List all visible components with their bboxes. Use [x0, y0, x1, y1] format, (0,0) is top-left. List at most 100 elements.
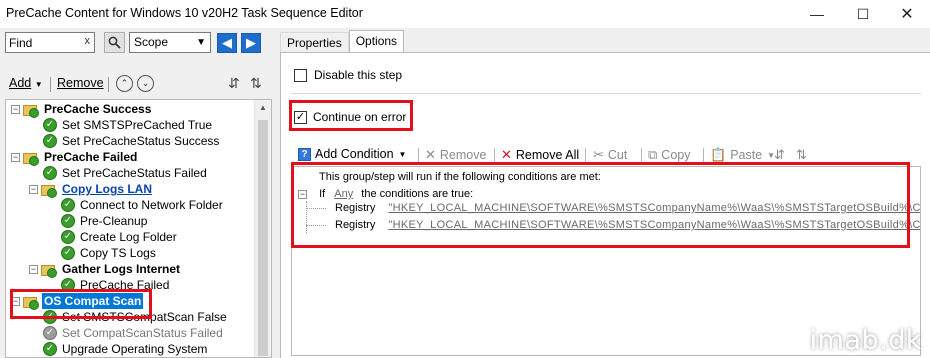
- cut-label: Cut: [607, 148, 628, 162]
- continue-on-error-checkbox[interactable]: ✓: [294, 111, 307, 124]
- remove-condition-label: Remove: [439, 148, 487, 162]
- tree-group[interactable]: − Copy Logs LAN: [29, 181, 154, 198]
- collapse-icon[interactable]: −: [11, 296, 20, 306]
- tree-item-label: Gather Logs Internet: [62, 262, 181, 276]
- paste-button[interactable]: 📋 Paste ▼: [710, 147, 775, 163]
- collapse-icon[interactable]: −: [298, 189, 307, 199]
- collapse-icon[interactable]: ⇅: [250, 75, 262, 92]
- clear-icon[interactable]: x: [85, 35, 91, 47]
- remove-button[interactable]: Remove: [57, 76, 104, 90]
- folder-icon: [41, 263, 57, 278]
- divider: [494, 148, 495, 163]
- checkmark-icon: ✓: [43, 118, 57, 132]
- task-sequence-tree: − PreCache Success ✓ Set SMSTSPreCached Tru…: [5, 99, 272, 358]
- help-icon: ?: [298, 147, 311, 161]
- tree-item-label: PreCache Success: [44, 102, 152, 116]
- checkmark-icon: ✓: [61, 214, 75, 228]
- tab-options[interactable]: Options: [348, 30, 405, 52]
- remove-all-icon: ✕: [501, 147, 512, 162]
- disable-step-label: Disable this step: [314, 68, 403, 82]
- tree-group[interactable]: − Gather Logs Internet: [29, 261, 182, 278]
- outdent-icon[interactable]: ⇅: [796, 147, 807, 163]
- minimize-icon[interactable]: —: [794, 0, 840, 28]
- condition-type: Registry: [335, 219, 376, 231]
- tree-step[interactable]: ✓ Connect to Network Folder: [61, 197, 225, 213]
- tree-step[interactable]: ✓ Copy TS Logs: [61, 245, 158, 261]
- find-input[interactable]: [6, 33, 78, 52]
- tree-group[interactable]: − PreCache Success: [11, 101, 153, 118]
- copy-label: Copy: [661, 148, 691, 162]
- find-previous-button[interactable]: ◀: [217, 33, 237, 53]
- tree-item-label: OS Compat Scan: [42, 293, 144, 309]
- add-menu[interactable]: Add ▼: [9, 76, 43, 90]
- tree-line: [306, 201, 307, 233]
- remove-all-button[interactable]: ✕ Remove All: [501, 147, 579, 163]
- remove-icon: ✕: [425, 147, 436, 162]
- tree-step[interactable]: ✓ Set PreCacheStatus Success: [43, 133, 221, 149]
- tree-step[interactable]: ✓ Set CompatScanStatus Failed: [43, 325, 225, 341]
- paste-label: Paste: [730, 148, 763, 162]
- move-down-button[interactable]: ⌄: [137, 75, 154, 92]
- tree-item-label: Set SMSTSPreCached True: [62, 118, 213, 132]
- expand-icon[interactable]: ⇵: [228, 75, 240, 92]
- close-icon[interactable]: ✕: [884, 0, 930, 28]
- title-bar: PreCache Content for Windows 10 v20H2 Ta…: [0, 0, 930, 28]
- task-sequence-pane: x Scope ▼ ◀ ▶ Add ▼ Remove ⌃ ⌄ ⇵ ⇅ − PreC…: [0, 28, 272, 358]
- collapse-icon[interactable]: −: [29, 184, 38, 194]
- divider: [641, 148, 642, 163]
- collapse-icon[interactable]: −: [29, 264, 38, 274]
- tree-step[interactable]: ✓ Upgrade Operating System: [43, 341, 209, 357]
- search-button[interactable]: [104, 32, 125, 53]
- any-link[interactable]: Any: [334, 188, 353, 200]
- scope-dropdown[interactable]: Scope ▼: [129, 32, 211, 53]
- copy-button[interactable]: ⧉ Copy: [648, 147, 690, 163]
- tree-item-label: Copy Logs LAN: [62, 182, 152, 196]
- checkmark-icon: ✓: [61, 198, 75, 212]
- tree-item-label: Upgrade Operating System: [62, 342, 208, 356]
- chevron-down-icon: ▼: [196, 37, 206, 48]
- search-icon: [108, 36, 121, 49]
- tree-item-label: Set PreCacheStatus Success: [62, 134, 220, 148]
- maximize-icon[interactable]: ☐: [840, 0, 886, 28]
- add-condition-button[interactable]: ? Add Condition ▼: [298, 147, 406, 161]
- tab-strip: Properties Options: [280, 30, 405, 52]
- checkmark-icon: ✓: [43, 134, 57, 148]
- folder-icon: [23, 295, 39, 310]
- folder-icon: [23, 103, 39, 118]
- find-next-button[interactable]: ▶: [241, 33, 261, 53]
- tab-properties[interactable]: Properties: [280, 32, 349, 52]
- tree-scrollbar[interactable]: ▲: [254, 100, 271, 357]
- find-field[interactable]: x: [5, 32, 95, 53]
- collapse-icon[interactable]: −: [11, 152, 20, 162]
- tree-group[interactable]: − OS Compat Scan: [11, 293, 144, 310]
- scroll-up-icon[interactable]: ▲: [259, 103, 267, 112]
- chevron-down-icon: ▼: [34, 80, 43, 89]
- cut-button[interactable]: ✂ Cut: [593, 147, 627, 163]
- checkmark-icon: ✓: [61, 278, 75, 292]
- condition-row[interactable]: Registry "HKEY_LOCAL_MACHINE\SOFTWARE\%S…: [335, 202, 920, 214]
- tree-step[interactable]: ✓ PreCache Failed: [61, 277, 171, 293]
- indent-icon[interactable]: ⇵: [774, 147, 785, 163]
- condition-value-link[interactable]: "HKEY_LOCAL_MACHINE\SOFTWARE\%SMSTSCompa…: [388, 219, 920, 231]
- tree-group[interactable]: − PreCache Failed: [11, 149, 139, 166]
- remove-condition-button[interactable]: ✕ Remove: [425, 147, 486, 163]
- divider: [585, 148, 586, 163]
- scope-value: Scope: [134, 35, 169, 49]
- condition-row[interactable]: Registry "HKEY_LOCAL_MACHINE\SOFTWARE\%S…: [335, 219, 920, 231]
- if-label: If: [319, 188, 326, 200]
- tree-step[interactable]: ✓ Pre-Cleanup: [61, 213, 149, 229]
- condition-value-link[interactable]: "HKEY_LOCAL_MACHINE\SOFTWARE\%SMSTSCompa…: [388, 202, 920, 214]
- tree-step[interactable]: ✓ Create Log Folder: [61, 229, 179, 245]
- tree-item-label: Pre-Cleanup: [80, 214, 148, 228]
- if-node[interactable]: − If Any the conditions are true:: [298, 188, 473, 200]
- collapse-icon[interactable]: −: [11, 104, 20, 114]
- divider: [703, 148, 704, 163]
- disable-step-checkbox[interactable]: [294, 69, 307, 82]
- move-up-button[interactable]: ⌃: [116, 75, 133, 92]
- tree-line: [306, 225, 326, 226]
- tree-step[interactable]: ✓ Set SMSTSPreCached True: [43, 117, 214, 133]
- scroll-thumb[interactable]: [258, 120, 268, 356]
- arrow-right-icon: ▶: [246, 35, 256, 50]
- tree-step[interactable]: ✓ Set SMSTSCompatScan False: [43, 309, 229, 325]
- tree-step[interactable]: ✓ Set PreCacheStatus Failed: [43, 165, 209, 181]
